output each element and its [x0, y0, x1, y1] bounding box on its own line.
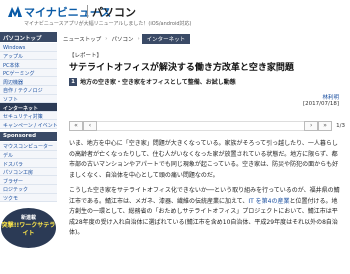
- article-pager: « ‹ › » 1/3: [69, 121, 345, 131]
- banner-label: 新連載: [20, 215, 36, 222]
- workstation-banner[interactable]: 新連載 突撃!!ワークサテライト: [1, 208, 56, 249]
- sponsored-item-brother[interactable]: ブラザー: [0, 176, 57, 185]
- sidebar-item-pc[interactable]: PC本体: [0, 60, 57, 69]
- sidebar-item-pc-gaming[interactable]: PCゲーミング: [0, 68, 57, 78]
- breadcrumb-separator-icon: ›: [105, 35, 108, 42]
- sponsored-item-tsukumo[interactable]: ツクモ: [0, 193, 57, 203]
- sponsored-item-dospara[interactable]: ドスパラ: [0, 159, 57, 168]
- main-content: ニューストップ › パソコン › インターネット 【レポート】 サテライトオフィ…: [61, 32, 350, 274]
- sidebar-item-campaign[interactable]: キャンペーン / イベント: [0, 120, 57, 129]
- section-title[interactable]: パソコン: [92, 4, 136, 20]
- page-number-badge: 1: [69, 77, 77, 86]
- sponsored-item-mouse[interactable]: マウスコンピューター: [0, 141, 57, 151]
- sidebar-item-diy-tech[interactable]: 自作 / テクノロジ: [0, 85, 57, 95]
- breadcrumb-separator-icon: ›: [137, 35, 140, 42]
- article-category: 【レポート】: [69, 53, 103, 59]
- sponsored-item-logitec[interactable]: ロジテック: [0, 184, 57, 194]
- sidebar: パソコントップ Windows アップル PC本体 PCゲーミング 周辺機器 自…: [0, 32, 57, 274]
- pager-last-button[interactable]: »: [318, 121, 333, 131]
- sidebar-item-windows[interactable]: Windows: [0, 43, 57, 52]
- article-date: [2017/07/18]: [303, 101, 339, 107]
- sidebar-item-security[interactable]: セキュリティ対策: [0, 111, 57, 121]
- sidebar-item-software[interactable]: ソフト: [0, 94, 57, 104]
- pager-next-button[interactable]: ›: [304, 121, 319, 131]
- article-paragraph: いま、地方を中心に「空き家」問題が大きくなっている。家族がそろって引っ越したり、…: [69, 140, 339, 179]
- app-notice-link[interactable]: マイナビニュースアプリが大幅リニューアルしました！(iOS/android対応): [24, 20, 191, 27]
- banner-title: 突撃!!ワークサテライト: [1, 222, 56, 238]
- sidebar-item-peripherals[interactable]: 周辺機器: [0, 77, 57, 86]
- site-header: マイナビニュース パソコン マイナビニュースアプリが大幅リニューアルしました！(…: [0, 0, 350, 30]
- article-subtitle: 地方の空き家・空き家をオフィスとして整備、お試し動態: [80, 79, 236, 86]
- article-paragraph: こうした空き家をサテライトオフィス化できないか──という取り組みを行っているのが…: [69, 186, 341, 239]
- article: 【レポート】 サテライトオフィスが解決する働き方改革と空き家問題 1 地方の空き…: [61, 51, 345, 239]
- sponsored-item-dell[interactable]: デル: [0, 150, 57, 160]
- breadcrumb-news-top[interactable]: ニューストップ: [61, 34, 103, 44]
- pager-prev-button[interactable]: ‹: [83, 121, 97, 131]
- sponsored-item-pc-koubou[interactable]: パソコン工房: [0, 167, 57, 177]
- breadcrumb: ニューストップ › パソコン › インターネット: [61, 32, 350, 45]
- pager-count: 1/3: [336, 123, 345, 129]
- sidebar-item-internet[interactable]: インターネット: [0, 103, 57, 112]
- sidebar-heading-pc-top[interactable]: パソコントップ: [0, 32, 57, 42]
- article-subtitle-bar: 1 地方の空き家・空き家をオフィスとして整備、お試し動態: [69, 77, 345, 86]
- logo-divider: [87, 5, 88, 18]
- article-body: いま、地方を中心に「空き家」問題が大きくなっている。家族がそろって引っ越したり、…: [69, 139, 341, 239]
- breadcrumb-pc[interactable]: パソコン: [109, 34, 135, 44]
- inline-link-it[interactable]: IT を第4の産業: [248, 198, 289, 205]
- sponsored-heading: Sponsored: [0, 131, 57, 141]
- sidebar-item-apple[interactable]: アップル: [0, 51, 57, 61]
- breadcrumb-internet[interactable]: インターネット: [141, 33, 191, 44]
- pager-track: [97, 121, 305, 131]
- pager-first-button[interactable]: «: [69, 121, 83, 131]
- mynavi-logo-icon[interactable]: [8, 5, 22, 18]
- article-author-link[interactable]: 林利明: [61, 93, 339, 101]
- article-title: サテライトオフィスが解決する働き方改革と空き家問題: [69, 63, 294, 73]
